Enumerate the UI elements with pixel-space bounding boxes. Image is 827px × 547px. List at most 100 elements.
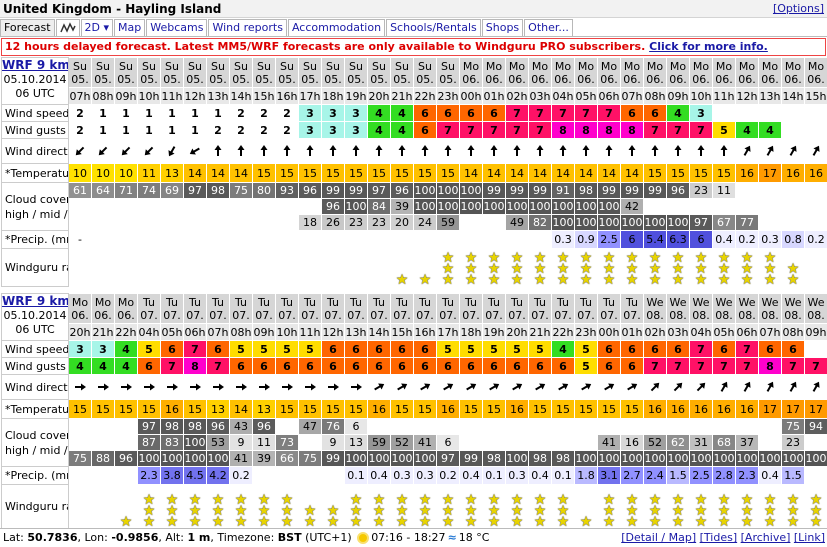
cloud-low-cell: 88 (91, 450, 115, 467)
precip-cell: - (68, 230, 92, 249)
day-header: Mo 06. (91, 293, 115, 324)
wind-speed-cell: 4 (551, 340, 575, 358)
precip-cell: 3.1 (597, 466, 621, 485)
wind-speed-label: Wind speed (Bft) (1, 104, 69, 122)
day-date: 06. (738, 72, 756, 86)
cloud-high-cell (528, 418, 552, 435)
cloud-low-cell: 100 (666, 450, 690, 467)
cloud-low-cell: 23 (344, 214, 368, 231)
day-header: Tu 07. (597, 293, 621, 324)
model-link[interactable]: WRF 9 km (3, 59, 68, 73)
cloud-high-cell: 91 (551, 182, 575, 199)
lon-label: , Lon: (77, 531, 112, 544)
day-header: Mo 06. (505, 57, 529, 88)
wind-gusts-cell: 2 (206, 121, 230, 139)
cloud-high-cell: 98 (206, 182, 230, 199)
temperature-cell: 15 (620, 399, 644, 419)
day-header: Mo 06. (666, 57, 690, 88)
rating-cell: ★ ★ ★ (344, 484, 368, 529)
day-header: Mo 06. (620, 57, 644, 88)
precip-cell (344, 230, 368, 249)
temperature-cell: 14 (206, 163, 230, 183)
hour-header: 02h (505, 87, 529, 105)
cloud-low-cell: 100 (137, 450, 161, 467)
rating-star-icon: ★ (326, 514, 340, 529)
hour-header: 21h (390, 87, 414, 105)
rating-cell: ★ (574, 484, 598, 529)
model-link[interactable]: WRF 9 km (3, 295, 68, 309)
rating-cell: ★ ★ ★ (459, 484, 483, 529)
hour-header: 06h (735, 323, 759, 341)
rating-cell: ★ ★ ★ (436, 484, 460, 529)
day-header: Tu 07. (459, 293, 483, 324)
cloud-low-cell (252, 214, 276, 231)
tides-link[interactable]: [Tides] (700, 531, 738, 544)
cloud-mid-cell (160, 198, 184, 215)
day-date: 05. (186, 72, 204, 86)
tab-webcams[interactable]: Webcams (146, 19, 208, 36)
detail-map-link[interactable]: [Detail / Map] (621, 531, 696, 544)
rating-cell: ★ ★ ★ (666, 248, 690, 287)
temperature-cell: 14 (551, 163, 575, 183)
wind-gusts-cell: 6 (229, 357, 253, 375)
tab-map[interactable]: Map (114, 19, 146, 36)
wind-speed-cell: 6 (367, 340, 391, 358)
cloud-mid-cell: 42 (620, 198, 644, 215)
hour-header: 17h (298, 87, 322, 105)
rating-star-icon: ★ (740, 514, 754, 529)
cloud-high-cell (551, 418, 575, 435)
tab-accommodation[interactable]: Accommodation (287, 19, 386, 36)
hour-header: 18h (459, 323, 483, 341)
run-date: 05.10.2014 (3, 73, 67, 86)
wind-gusts-cell: 6 (459, 357, 483, 375)
rating-cell: ★ ★ ★ (574, 248, 598, 287)
wind-direction-cell (482, 374, 506, 400)
wind-gusts-cell: 7 (643, 357, 667, 375)
wind-arrow-icon (490, 145, 498, 156)
cloud-low-cell (275, 214, 299, 231)
day-name: Su (119, 59, 133, 73)
cloud-low-cell (781, 214, 805, 231)
wind-speed-cell: 1 (137, 104, 161, 122)
day-name: Tu (395, 295, 409, 309)
precip-cell (505, 230, 529, 249)
cloud-high-cell: 97 (183, 182, 207, 199)
temperature-cell: 15 (459, 399, 483, 419)
cloud-mid-cell (459, 434, 483, 451)
cloud-mid-cell: 41 (597, 434, 621, 451)
wind-direction-cell (183, 138, 207, 164)
temperature-cell: 17 (758, 399, 782, 419)
tab-other[interactable]: Other... (524, 19, 573, 36)
page-title: United Kingdom - Hayling Island (3, 2, 222, 16)
tab-wind-reports[interactable]: Wind reports (208, 19, 287, 36)
rating-cell: ★ ★ ★ (413, 484, 437, 529)
temperature-cell: 15 (436, 163, 460, 183)
precip-cell (321, 466, 345, 485)
tab-shops[interactable]: Shops (481, 19, 524, 36)
run-time: 06 UTC (15, 323, 55, 336)
link-link[interactable]: [Link] (794, 531, 825, 544)
temperature-cell: 15 (252, 163, 276, 183)
temperature-cell: 15 (574, 399, 598, 419)
more-info-link[interactable]: Click for more info. (649, 40, 768, 53)
wind-gusts-cell: 1 (114, 121, 138, 139)
cloud-mid-cell (114, 198, 138, 215)
cloud-low-cell: 97 (689, 214, 713, 231)
wind-arrow-icon (282, 383, 293, 391)
latitude: 50.7836 (27, 531, 78, 544)
archive-link[interactable]: [Archive] (741, 531, 791, 544)
wind-speed-cell: 7 (551, 104, 575, 122)
hour-header: 16h (275, 87, 299, 105)
tab-forecast[interactable]: Forecast (0, 19, 55, 36)
wind-direction-cell (528, 138, 552, 164)
tz-label: , Timezone: (210, 531, 278, 544)
cloud-low-cell: 100 (643, 450, 667, 467)
cloud-mid-cell: 41 (413, 434, 437, 451)
tab-schools-rentals[interactable]: Schools/Rentals (386, 19, 481, 36)
tab-chart-icon[interactable] (55, 19, 80, 36)
sun-times: 07:16 - 18:27 (371, 531, 446, 544)
options-link[interactable]: [Options] (773, 2, 824, 16)
tab-2d[interactable]: 2D ▾ (80, 19, 114, 36)
day-header: We 08. (758, 293, 782, 324)
temperature-cell: 14 (229, 163, 253, 183)
